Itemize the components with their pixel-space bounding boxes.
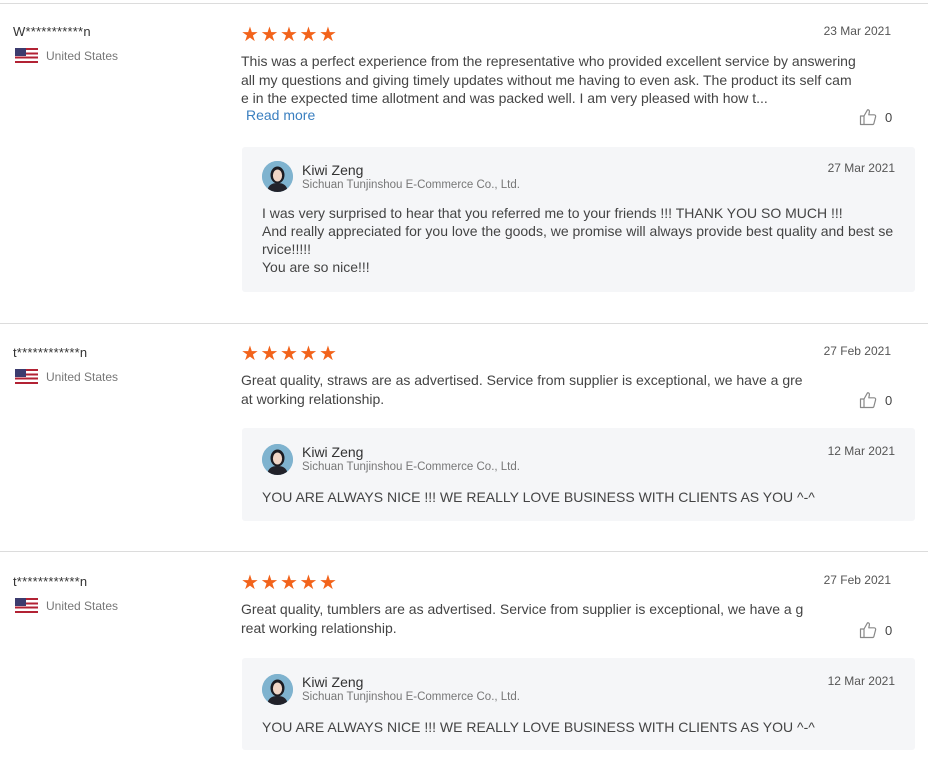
reply-date: 27 Mar 2021: [827, 161, 895, 175]
star-icon: ★: [280, 572, 298, 594]
country-label: United States: [46, 48, 119, 63]
star-icon: ★: [241, 343, 259, 365]
star-rating: ★ ★ ★ ★ ★: [241, 343, 339, 365]
seller-reply: Kiwi Zeng Sichuan Tunjinshou E-Commerce …: [242, 658, 915, 750]
seller-name: Kiwi Zeng: [302, 674, 364, 690]
reply-text: YOU ARE ALWAYS NICE !!! WE REALLY LOVE B…: [262, 719, 815, 735]
country-label: United States: [46, 598, 119, 613]
like-button[interactable]: 0: [859, 108, 892, 126]
like-count: 0: [885, 109, 893, 125]
seller-reply: Kiwi Zeng Sichuan Tunjinshou E-Commerce …: [242, 147, 915, 292]
review-text: This was a perfect experience from the r…: [241, 53, 856, 106]
review-text: Great quality, straws are as advertised.…: [241, 372, 803, 407]
review-text: Great quality, tumblers are as advertise…: [241, 601, 804, 636]
seller-reply: Kiwi Zeng Sichuan Tunjinshou E-Commerce …: [242, 428, 915, 521]
star-icon: ★: [299, 24, 318, 46]
review-item: t************n United States ★ ★ ★ ★ ★ 2…: [0, 552, 928, 769]
avatar: [262, 161, 293, 192]
country-label: United States: [46, 369, 119, 384]
reply-date: 12 Mar 2021: [827, 674, 895, 688]
star-icon: ★: [319, 343, 337, 365]
like-button[interactable]: 0: [859, 621, 892, 639]
reviewer-country: United States: [15, 48, 118, 63]
seller-name: Kiwi Zeng: [302, 444, 364, 460]
review-date: 27 Feb 2021: [823, 344, 891, 358]
star-icon: ★: [241, 572, 259, 594]
star-icon: ★: [299, 572, 318, 594]
reviewer-country: United States: [15, 369, 118, 384]
like-count: 0: [885, 622, 893, 638]
reviewer-name: t************n: [13, 345, 88, 360]
reply-text: I was very surprised to hear that you re…: [262, 205, 894, 275]
seller-name: Kiwi Zeng: [302, 162, 364, 178]
review-date: 27 Feb 2021: [823, 573, 891, 587]
star-icon: ★: [299, 343, 318, 365]
review-item: W***********n United States ★ ★ ★ ★ ★ 23…: [0, 0, 928, 323]
reply-text: YOU ARE ALWAYS NICE !!! WE REALLY LOVE B…: [262, 489, 815, 505]
thumbs-up-icon: [859, 621, 877, 639]
star-icon: ★: [280, 24, 298, 46]
like-button[interactable]: 0: [859, 391, 892, 409]
star-icon: ★: [319, 24, 337, 46]
reviewer-country: United States: [15, 598, 118, 613]
reviewer-name: t************n: [13, 574, 88, 589]
us-flag-icon: [15, 369, 38, 384]
read-more-link[interactable]: Read more: [246, 107, 315, 123]
reviewer-name: W***********n: [13, 24, 91, 39]
us-flag-icon: [15, 48, 38, 63]
like-count: 0: [885, 392, 893, 408]
avatar: [262, 674, 293, 705]
thumbs-up-icon: [859, 391, 877, 409]
star-icon: ★: [280, 343, 298, 365]
reply-date: 12 Mar 2021: [827, 444, 895, 458]
seller-company: Sichuan Tunjinshou E-Commerce Co., Ltd.: [302, 461, 520, 473]
star-icon: ★: [260, 572, 279, 594]
star-rating: ★ ★ ★ ★ ★: [241, 572, 339, 594]
star-icon: ★: [260, 24, 279, 46]
us-flag-icon: [15, 598, 38, 613]
seller-company: Sichuan Tunjinshou E-Commerce Co., Ltd.: [302, 691, 520, 703]
star-icon: ★: [260, 343, 279, 365]
thumbs-up-icon: [859, 108, 877, 126]
seller-company: Sichuan Tunjinshou E-Commerce Co., Ltd.: [302, 179, 520, 191]
star-rating: ★ ★ ★ ★ ★: [241, 24, 339, 46]
review-item: t************n United States ★ ★ ★ ★ ★ 2…: [0, 324, 928, 551]
review-date: 23 Mar 2021: [823, 24, 891, 38]
star-icon: ★: [241, 24, 259, 46]
star-icon: ★: [319, 572, 337, 594]
avatar: [262, 444, 293, 475]
